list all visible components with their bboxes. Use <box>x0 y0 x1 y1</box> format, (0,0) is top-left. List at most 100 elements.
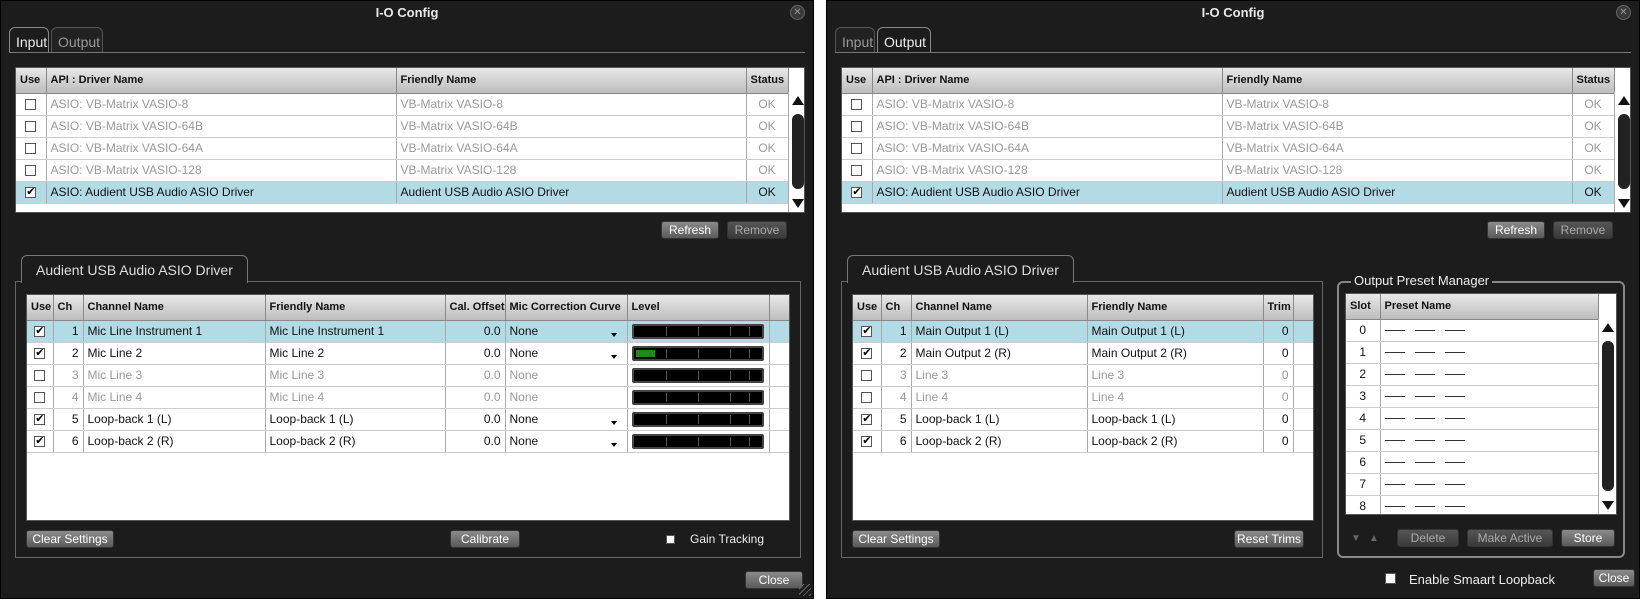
header-ch[interactable]: Ch <box>53 295 84 321</box>
driver-row[interactable]: ASIO: VB-Matrix VASIO-64A VB-Matrix VASIO… <box>842 137 1615 160</box>
use-cell[interactable] <box>853 408 882 431</box>
driver-row[interactable]: ASIO: Audient USB Audio ASIO DriverAudie… <box>16 181 789 204</box>
use-checkbox[interactable] <box>851 143 863 155</box>
friendly-name-cell[interactable]: Loop-back 2 (R) <box>265 430 446 453</box>
channel-row[interactable]: 1Main Output 1 (L)Main Output 1 (L)0 <box>853 320 1313 343</box>
channel-row[interactable]: 5Loop-back 1 (L)Loop-back 1 (L)0 <box>853 408 1313 431</box>
driver-row[interactable]: ASIO: VB-Matrix VASIO-64B VB-Matrix VASIO… <box>842 115 1615 138</box>
friendly-name-cell[interactable]: Mic Line 3 <box>265 364 446 387</box>
use-checkbox[interactable] <box>861 324 873 338</box>
scroll-down-icon[interactable] <box>1602 501 1614 510</box>
cal-offset-cell[interactable]: 0.0 <box>445 430 506 453</box>
mic-correction-curve-cell[interactable]: None <box>505 430 628 453</box>
cal-offset-cell[interactable]: 0.0 <box>445 342 506 365</box>
friendly-name-cell[interactable]: VB-Matrix VASIO-128 <box>396 159 747 182</box>
use-cell[interactable] <box>27 386 54 409</box>
scroll-down-icon[interactable] <box>1618 199 1630 208</box>
resize-grip-icon[interactable] <box>799 584 811 596</box>
mic-correction-curve-cell[interactable]: None <box>505 386 628 409</box>
mic-correction-curve-cell[interactable]: None <box>505 320 628 343</box>
driver-row[interactable]: ASIO: Audient USB Audio ASIO DriverAudie… <box>842 181 1615 204</box>
use-cell[interactable] <box>853 342 882 365</box>
driver-row[interactable]: ASIO: VB-Matrix VASIO-8 VB-Matrix VASIO-8… <box>16 93 789 116</box>
driver-row[interactable]: ASIO: VB-Matrix VASIO-8 VB-Matrix VASIO-8… <box>842 93 1615 116</box>
mic-correction-dropdown[interactable]: None <box>510 346 623 360</box>
header-status[interactable]: Status <box>1572 68 1615 94</box>
channel-row[interactable]: 6Loop-back 2 (R)Loop-back 2 (R)0 <box>853 430 1313 453</box>
use-cell[interactable] <box>853 364 882 387</box>
friendly-name-cell[interactable]: Main Output 1 (L) <box>1087 320 1264 343</box>
preset-name-cell[interactable] <box>1380 429 1599 452</box>
close-window-icon[interactable]: ✕ <box>790 5 805 20</box>
mic-correction-curve-cell[interactable]: None <box>505 408 628 431</box>
use-checkbox[interactable] <box>861 370 873 382</box>
header-api-driver-name[interactable]: API : Driver Name <box>46 68 397 94</box>
clear-settings-button[interactable]: Clear Settings <box>26 530 114 548</box>
use-checkbox[interactable] <box>34 346 46 360</box>
mic-correction-dropdown[interactable]: None <box>510 412 623 426</box>
calibrate-button[interactable]: Calibrate <box>450 530 520 548</box>
trim-cell[interactable]: 0 <box>1263 430 1294 453</box>
cal-offset-cell[interactable]: 0.0 <box>445 364 506 387</box>
reset-trims-button[interactable]: Reset Trims <box>1234 530 1304 548</box>
preset-row[interactable]: 7 <box>1346 473 1599 496</box>
use-checkbox[interactable] <box>25 185 37 199</box>
friendly-name-cell[interactable]: Loop-back 1 (L) <box>265 408 446 431</box>
use-cell[interactable] <box>16 159 47 182</box>
use-cell[interactable] <box>27 408 54 431</box>
move-up-icon[interactable]: ▲ <box>1369 533 1379 544</box>
use-cell[interactable] <box>16 181 47 204</box>
preset-row[interactable]: 0 <box>1346 319 1599 342</box>
use-checkbox[interactable] <box>861 412 873 426</box>
use-cell[interactable] <box>853 430 882 453</box>
close-window-icon[interactable]: ✕ <box>1616 5 1631 20</box>
tab-output[interactable]: Output <box>877 27 931 53</box>
friendly-name-cell[interactable]: VB-Matrix VASIO-8 <box>1222 93 1573 116</box>
use-checkbox[interactable] <box>851 185 863 199</box>
use-checkbox[interactable] <box>25 143 37 155</box>
preset-name-cell[interactable] <box>1380 451 1599 474</box>
preset-name-cell[interactable] <box>1380 385 1599 408</box>
preset-name-cell[interactable] <box>1380 495 1599 514</box>
use-checkbox[interactable] <box>34 370 46 382</box>
channel-row[interactable]: 4 Line 4 Line 40 <box>853 386 1313 409</box>
preset-scrollbar[interactable] <box>1598 319 1616 514</box>
use-checkbox[interactable] <box>861 434 873 448</box>
delete-button[interactable]: Delete <box>1397 529 1459 547</box>
trim-cell[interactable]: 0 <box>1263 342 1294 365</box>
use-cell[interactable] <box>16 137 47 160</box>
preset-row[interactable]: 8 <box>1346 495 1599 514</box>
trim-cell[interactable]: 0 <box>1263 320 1294 343</box>
header-ch[interactable]: Ch <box>881 295 912 321</box>
header-use[interactable]: Use <box>16 68 47 94</box>
header-channel-name[interactable]: Channel Name <box>911 295 1088 321</box>
friendly-name-cell[interactable]: Loop-back 1 (L) <box>1087 408 1264 431</box>
header-use[interactable]: Use <box>842 68 873 94</box>
friendly-name-cell[interactable]: Audient USB Audio ASIO Driver <box>1222 181 1573 204</box>
header-friendly-name[interactable]: Friendly Name <box>1087 295 1264 321</box>
use-checkbox[interactable] <box>25 165 37 177</box>
driver-row[interactable]: ASIO: VB-Matrix VASIO-64B VB-Matrix VASIO… <box>16 115 789 138</box>
channel-row[interactable]: 5Loop-back 1 (L)Loop-back 1 (L)0.0None <box>27 408 789 431</box>
remove-button[interactable]: Remove <box>727 221 787 239</box>
use-cell[interactable] <box>853 386 882 409</box>
use-cell[interactable] <box>842 159 873 182</box>
use-checkbox[interactable] <box>861 346 873 360</box>
preset-row[interactable]: 6 <box>1346 451 1599 474</box>
use-cell[interactable] <box>842 115 873 138</box>
use-cell[interactable] <box>27 320 54 343</box>
use-cell[interactable] <box>27 430 54 453</box>
use-checkbox[interactable] <box>25 99 37 111</box>
refresh-button[interactable]: Refresh <box>661 221 719 239</box>
friendly-name-cell[interactable]: VB-Matrix VASIO-128 <box>1222 159 1573 182</box>
refresh-button[interactable]: Refresh <box>1487 221 1545 239</box>
header-use[interactable]: Use <box>27 295 54 321</box>
mic-correction-curve-cell[interactable]: None <box>505 342 628 365</box>
mic-correction-dropdown[interactable]: None <box>510 368 539 382</box>
make-active-button[interactable]: Make Active <box>1467 529 1553 547</box>
use-cell[interactable] <box>27 342 54 365</box>
use-cell[interactable] <box>853 320 882 343</box>
preset-row[interactable]: 3 <box>1346 385 1599 408</box>
use-checkbox[interactable] <box>34 412 46 426</box>
mic-correction-dropdown[interactable]: None <box>510 390 539 404</box>
